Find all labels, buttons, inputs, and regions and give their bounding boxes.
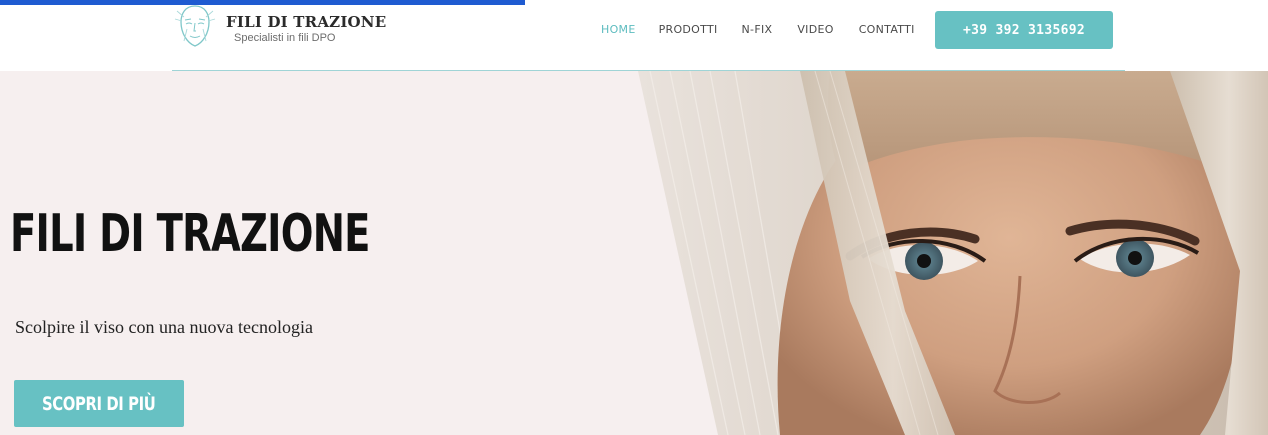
face-outline-icon — [174, 5, 216, 47]
nav-item-n-fix[interactable]: N-FIX — [742, 21, 773, 38]
hero-title: FILI DI TRAZIONE — [10, 204, 370, 264]
main-nav: HOME PRODOTTI N-FIX VIDEO CONTATTI — [601, 21, 915, 38]
nav-item-prodotti[interactable]: PRODOTTI — [659, 21, 718, 38]
hero-section: FILI DI TRAZIONE Scolpire il viso con un… — [0, 71, 1268, 435]
brand-name: FILI DI TRAZIONE — [226, 13, 387, 31]
nav-item-contatti[interactable]: CONTATTI — [859, 21, 915, 38]
brand-tagline: Specialisti in fili DPO — [234, 32, 336, 44]
discover-more-button[interactable]: SCOPRI DI PIÙ — [14, 380, 184, 427]
phone-button[interactable]: +39 392 3135692 — [935, 11, 1113, 49]
nav-item-video[interactable]: VIDEO — [797, 21, 833, 38]
brand-text: FILI DI TRAZIONE Specialisti in fili DPO — [226, 13, 386, 44]
brand-logo-link[interactable]: FILI DI TRAZIONE Specialisti in fili DPO — [172, 5, 386, 57]
site-header: FILI DI TRAZIONE Specialisti in fili DPO… — [0, 5, 1268, 71]
nav-item-home[interactable]: HOME — [601, 21, 636, 38]
discover-more-label: SCOPRI DI PIÙ — [42, 392, 156, 415]
hero-subtitle: Scolpire il viso con una nuova tecnologi… — [15, 317, 313, 337]
